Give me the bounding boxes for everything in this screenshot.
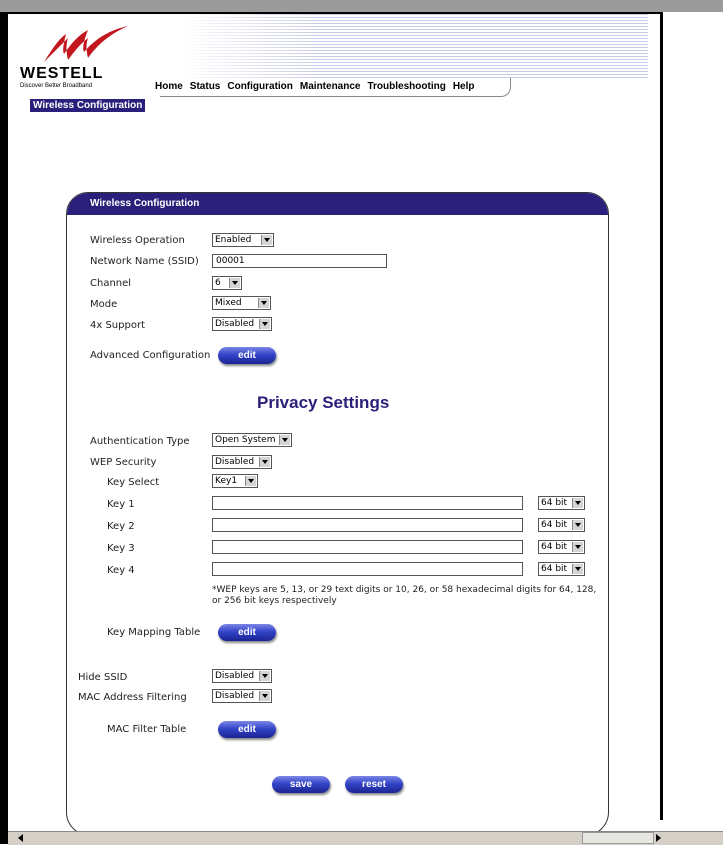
save-button[interactable]: save xyxy=(272,776,330,793)
scroll-left-arrow-icon[interactable] xyxy=(18,834,23,842)
chevron-down-icon xyxy=(259,457,270,467)
mac-filtering-select[interactable]: Disabled xyxy=(212,689,272,703)
breadcrumb: Wireless Configuration xyxy=(30,99,146,112)
ssid-label: Network Name (SSID) xyxy=(90,256,199,267)
reset-button[interactable]: reset xyxy=(345,776,403,793)
key-4-bits-select[interactable]: 64 bit xyxy=(538,562,585,576)
wireless-operation-label: Wireless Operation xyxy=(90,235,185,246)
key-mapping-edit-button[interactable]: edit xyxy=(218,624,276,641)
wep-security-select[interactable]: Disabled xyxy=(212,455,272,469)
nav-home[interactable]: Home xyxy=(155,81,183,92)
chevron-down-icon xyxy=(245,476,256,486)
chevron-down-icon xyxy=(229,278,240,288)
key-3-bits-value: 64 bit xyxy=(541,542,568,552)
key-1-label: Key 1 xyxy=(107,499,135,510)
scroll-right-arrow-icon[interactable] xyxy=(656,834,661,842)
brand-name: WESTELL xyxy=(20,65,104,82)
fourx-support-value: Disabled xyxy=(215,319,255,329)
key-3-label: Key 3 xyxy=(107,543,135,554)
channel-select[interactable]: 6 xyxy=(212,276,242,290)
key-4-input[interactable] xyxy=(212,562,523,576)
hide-ssid-select[interactable]: Disabled xyxy=(212,669,272,683)
card-title: Wireless Configuration xyxy=(90,198,200,209)
fourx-support-label: 4x Support xyxy=(90,320,145,331)
nav-help[interactable]: Help xyxy=(453,81,475,92)
mode-select[interactable]: Mixed xyxy=(212,296,271,310)
key-4-label: Key 4 xyxy=(107,565,135,576)
nav-troubleshooting[interactable]: Troubleshooting xyxy=(367,81,445,92)
chevron-down-icon xyxy=(279,435,290,445)
fourx-support-select[interactable]: Disabled xyxy=(212,317,272,331)
top-gray-bar xyxy=(0,0,723,12)
auth-type-select[interactable]: Open System xyxy=(212,433,292,447)
ssid-input[interactable]: 00001 xyxy=(212,254,387,268)
chevron-down-icon xyxy=(259,671,270,681)
chevron-down-icon xyxy=(572,564,583,574)
header-stripes-fade xyxy=(180,14,320,78)
mac-filtering-label: MAC Address Filtering xyxy=(78,692,187,703)
wep-keys-note: *WEP keys are 5, 13, or 29 text digits o… xyxy=(212,585,597,606)
key-mapping-label: Key Mapping Table xyxy=(107,627,201,638)
mac-filtering-value: Disabled xyxy=(215,691,255,701)
hide-ssid-label: Hide SSID xyxy=(78,672,128,683)
mac-filter-edit-button[interactable]: edit xyxy=(218,721,276,738)
wireless-operation-value: Enabled xyxy=(215,235,252,245)
wep-security-value: Disabled xyxy=(215,457,255,467)
channel-label: Channel xyxy=(90,278,132,289)
key-2-bits-value: 64 bit xyxy=(541,520,568,530)
wep-security-label: WEP Security xyxy=(90,457,157,468)
mac-filter-table-label: MAC Filter Table xyxy=(107,724,187,735)
channel-value: 6 xyxy=(215,278,221,288)
auth-type-value: Open System xyxy=(215,435,276,445)
mode-value: Mixed xyxy=(215,298,242,308)
key-4-bits-value: 64 bit xyxy=(541,564,568,574)
privacy-settings-title: Privacy Settings xyxy=(257,393,390,412)
chevron-down-icon xyxy=(572,498,583,508)
chevron-down-icon xyxy=(572,542,583,552)
mode-label: Mode xyxy=(90,299,118,310)
hide-ssid-value: Disabled xyxy=(215,671,255,681)
wireless-operation-select[interactable]: Enabled xyxy=(212,233,274,247)
top-navigation: Home Status Configuration Maintenance Tr… xyxy=(155,81,474,92)
brand-tagline: Discover Better Broadband xyxy=(20,83,93,89)
key-3-bits-select[interactable]: 64 bit xyxy=(538,540,585,554)
key-select-value: Key1 xyxy=(215,476,238,486)
key-1-input[interactable] xyxy=(212,496,523,510)
advanced-edit-button[interactable]: edit xyxy=(218,347,276,364)
nav-status[interactable]: Status xyxy=(190,81,221,92)
chevron-down-icon xyxy=(259,691,270,701)
key-1-bits-value: 64 bit xyxy=(541,498,568,508)
key-1-bits-select[interactable]: 64 bit xyxy=(538,496,585,510)
chevron-down-icon xyxy=(572,520,583,530)
westell-logo-icon xyxy=(44,26,128,62)
nav-configuration[interactable]: Configuration xyxy=(227,81,293,92)
window-frame-left xyxy=(0,12,8,844)
chevron-down-icon xyxy=(258,298,269,308)
key-3-input[interactable] xyxy=(212,540,523,554)
window-frame-right xyxy=(660,12,663,820)
scrollbar-thumb[interactable] xyxy=(582,832,654,844)
key-2-input[interactable] xyxy=(212,518,523,532)
card-header: Wireless Configuration xyxy=(67,193,608,215)
advanced-config-label: Advanced Configuration xyxy=(90,350,211,361)
chevron-down-icon xyxy=(259,319,270,329)
key-2-bits-select[interactable]: 64 bit xyxy=(538,518,585,532)
horizontal-scrollbar[interactable] xyxy=(8,831,723,845)
nav-maintenance[interactable]: Maintenance xyxy=(300,81,361,92)
wireless-config-card: Wireless Configuration Wireless Operatio… xyxy=(66,192,609,836)
key-select-select[interactable]: Key1 xyxy=(212,474,258,488)
chevron-down-icon xyxy=(261,235,272,245)
key-select-label: Key Select xyxy=(107,477,160,488)
auth-type-label: Authentication Type xyxy=(90,436,190,447)
key-2-label: Key 2 xyxy=(107,521,135,532)
